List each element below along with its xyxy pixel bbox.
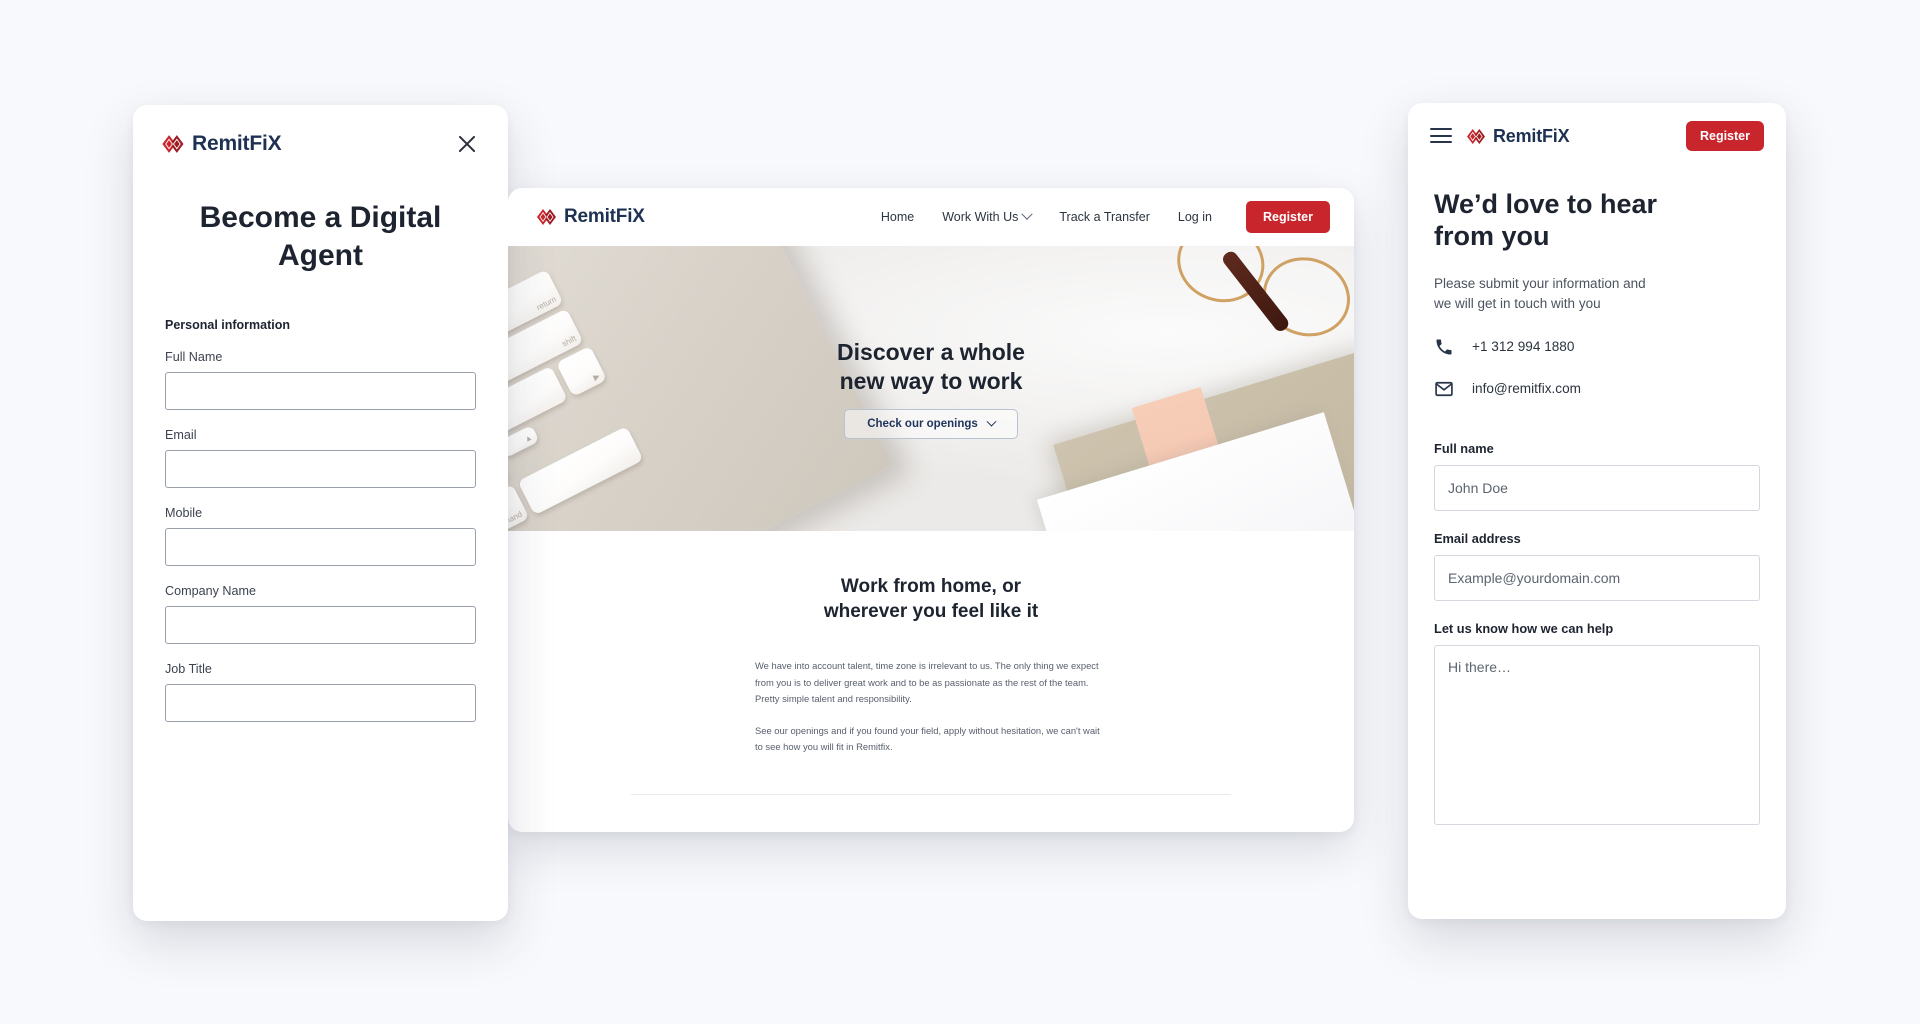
nav-item-log-in-label: Log in [1177,210,1212,224]
job-title-input[interactable] [165,684,476,722]
email-input[interactable] [165,450,476,488]
field-job-title-label: Job Title [165,662,212,676]
modal-logo[interactable]: RemitFiX [161,132,282,156]
mobile-full-name-label: Full name [1434,440,1494,456]
nav-item-work-with-us-label: Work With Us [942,210,1019,224]
field-email-label: Email [165,428,197,442]
mobile-heading: We’d love to hear from you [1434,189,1658,251]
work-from-home-section: Work from home, or wherever you feel lik… [508,531,1354,795]
modal-title: Become a Digital Agent [199,201,442,272]
remitfix-logo-icon [162,135,184,153]
mobile-email-label: Email address [1434,530,1521,546]
hamburger-menu-icon[interactable] [1430,128,1452,144]
desktop-logo-text: RemitFiX [564,206,645,227]
nav-item-home[interactable]: Home [881,210,914,224]
desktop-preview-card: RemitFiX Home Work With Us Track a Trans… [508,188,1354,832]
personal-information-label: Personal information [165,318,291,332]
work-from-home-paragraph-1: We have into account talent, time zone i… [755,660,1099,705]
contact-row-email[interactable]: info@remitfix.com [1434,357,1760,399]
envelope-icon [1435,381,1453,396]
mobile-field-email: Email address [1434,531,1760,601]
contact-row-phone[interactable]: +1 312 994 1880 [1434,315,1760,357]
close-icon[interactable] [454,131,480,157]
field-job-title: Job Title [165,662,476,722]
mobile-field-message: Let us know how we can help [1434,621,1760,830]
phone-icon [1436,339,1452,355]
mobile-header: RemitFiX Register [1408,103,1786,151]
become-a-digital-agent-modal: RemitFiX Become a Digital Agent Personal… [133,105,508,921]
contact-email-text: info@remitfix.com [1472,381,1581,397]
remitfix-logo-icon [1467,128,1485,144]
modal-logo-text: RemitFiX [192,132,282,155]
chevron-down-icon [1021,208,1034,220]
nav-item-log-in[interactable]: Log in [1178,210,1212,224]
contact-phone-text: +1 312 994 1880 [1472,339,1575,355]
mobile-field-full-name: Full name [1434,441,1760,511]
work-from-home-copy: We have into account talent, time zone i… [755,658,1107,755]
mobile-email-input[interactable] [1434,554,1760,601]
check-our-openings-button[interactable]: Check our openings [844,409,1018,440]
desktop-register-button[interactable]: Register [1245,201,1330,233]
field-mobile-label: Mobile [165,506,203,520]
hero-title: Discover a whole new way to work [837,338,1025,394]
field-full-name: Full Name [165,350,476,410]
chevron-down-icon [986,416,997,427]
hero-overlay: Discover a whole new way to work Check o… [508,246,1354,531]
nav-item-work-with-us[interactable]: Work With Us [942,208,1034,224]
desktop-navbar: RemitFiX Home Work With Us Track a Trans… [508,188,1354,246]
mobile-message-label: Let us know how we can help [1434,620,1614,636]
remitfix-logo-icon [537,209,556,225]
field-company-name-label: Company Name [165,584,256,598]
nav-item-track-a-transfer-label: Track a Transfer [1059,210,1150,224]
mobile-contact-card: RemitFiX Register We’d love to hear from… [1408,103,1786,919]
desktop-nav-links: Home Work With Us Track a Transfer Log i… [881,201,1330,233]
nav-item-track-a-transfer[interactable]: Track a Transfer [1059,210,1150,224]
mobile-logo-text: RemitFiX [1493,125,1570,146]
field-mobile: Mobile [165,506,476,566]
mobile-register-button[interactable]: Register [1685,121,1764,151]
section-divider [631,793,1231,795]
mobile-subheading: Please submit your information and we wi… [1434,276,1646,312]
field-full-name-label: Full Name [165,350,223,364]
modal-header: RemitFiX [133,105,508,157]
mobile-input[interactable] [165,528,476,566]
field-company-name: Company Name [165,584,476,644]
mobile-message-textarea[interactable] [1434,644,1760,825]
mobile-full-name-input[interactable] [1434,464,1760,511]
full-name-input[interactable] [165,372,476,410]
hero-section: =}\ {]return :"shift >?▶ option▲ [508,246,1354,531]
mobile-logo[interactable]: RemitFiX [1466,125,1570,147]
page-root: RemitFiX Home Work With Us Track a Trans… [0,0,1920,1024]
desktop-logo[interactable]: RemitFiX [536,206,645,228]
company-name-input[interactable] [165,606,476,644]
work-from-home-title: Work from home, or wherever you feel lik… [823,576,1039,622]
work-from-home-paragraph-2: See our openings and if you found your f… [755,724,1100,753]
check-our-openings-label: Check our openings [867,418,978,431]
nav-item-home-label: Home [880,210,915,224]
field-email: Email [165,428,476,488]
